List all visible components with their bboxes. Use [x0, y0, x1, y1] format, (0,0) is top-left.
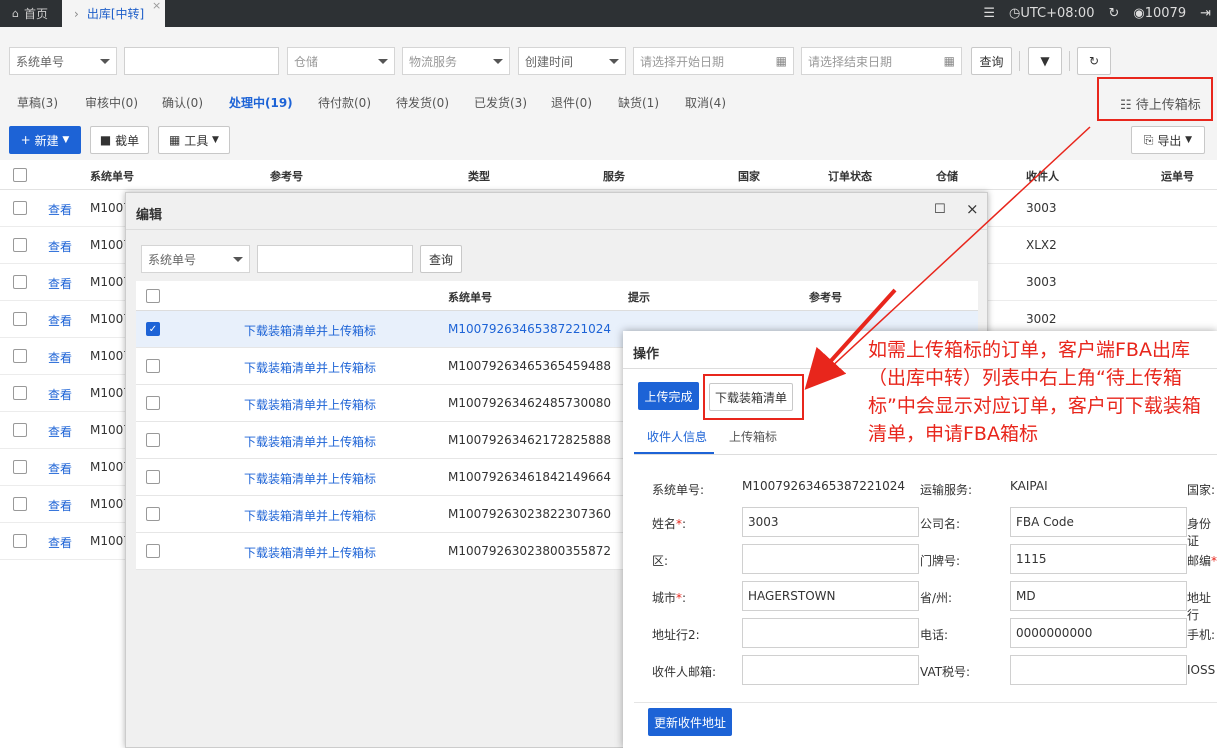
annotation-text: 如需上传箱标的订单，客户端FBA出库（出库中转）列表中右上角“待上传箱标”中会显… — [868, 339, 1201, 445]
